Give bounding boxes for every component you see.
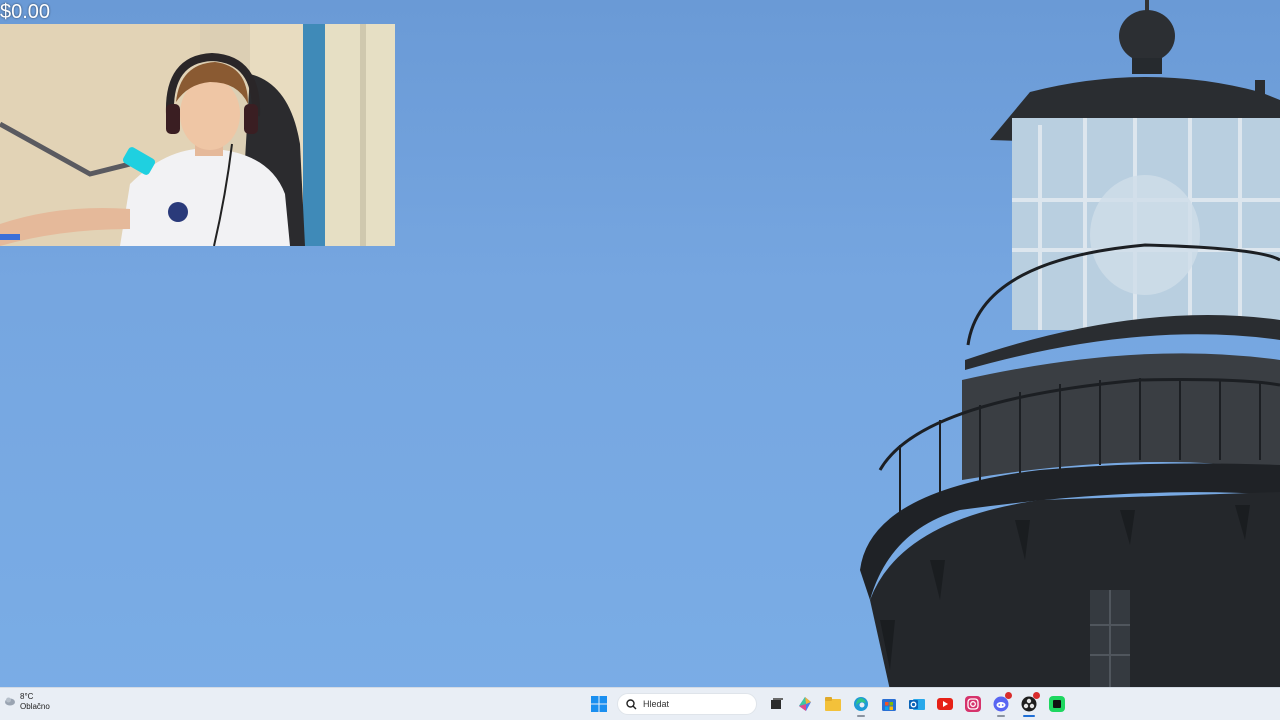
recording-badge [1033, 692, 1040, 699]
taskbar-search[interactable]: Hledat [617, 693, 757, 715]
taskbar: 8°C Oblačno Hledat [0, 687, 1280, 720]
copilot-icon [799, 697, 811, 711]
store-button[interactable] [875, 691, 903, 717]
youtube-button[interactable] [931, 691, 959, 717]
discord-button[interactable] [987, 691, 1015, 717]
youtube-icon [937, 698, 953, 710]
webcam-feed [0, 24, 395, 246]
folder-icon [825, 697, 841, 711]
copilot-button[interactable] [791, 691, 819, 717]
active-indicator [1023, 715, 1035, 717]
notification-badge [1005, 692, 1012, 699]
task-view-icon [771, 698, 783, 709]
weather-condition: Oblačno [20, 702, 50, 711]
running-indicator [857, 715, 865, 717]
task-view-button[interactable] [763, 691, 791, 717]
edge-icon [854, 697, 868, 711]
start-button[interactable] [585, 691, 613, 717]
wallpaper-lighthouse [840, 0, 1280, 690]
instagram-icon [965, 696, 981, 712]
weather-temperature: 8°C [20, 692, 34, 701]
outlook-icon [909, 699, 925, 710]
store-icon [882, 699, 896, 711]
search-placeholder: Hledat [643, 699, 670, 709]
weather-widget[interactable]: 8°C Oblačno [4, 692, 50, 712]
spotify-button[interactable] [1043, 691, 1071, 717]
obs-button[interactable] [1015, 691, 1043, 717]
edge-button[interactable] [847, 691, 875, 717]
donation-amount: $0.00 [0, 1, 51, 23]
spotify-icon [1049, 696, 1065, 712]
search-icon [626, 698, 637, 709]
instagram-button[interactable] [959, 691, 987, 717]
outlook-button[interactable] [903, 691, 931, 717]
cloud-icon [4, 693, 16, 711]
windows-icon [591, 696, 607, 712]
running-indicator [997, 715, 1005, 717]
file-explorer-button[interactable] [819, 691, 847, 717]
